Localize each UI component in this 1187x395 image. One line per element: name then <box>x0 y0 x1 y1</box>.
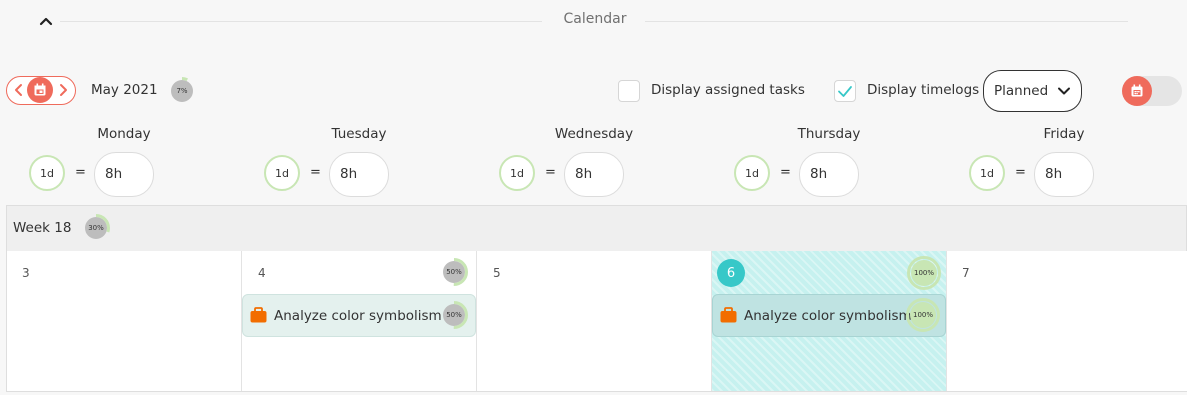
week-row-header <box>6 205 1187 251</box>
day-duration-tuesday: 1d <box>264 155 300 191</box>
hours-input-wednesday[interactable]: 8h <box>564 152 624 197</box>
calendar-icon <box>34 83 46 96</box>
equals-sign: = <box>75 165 86 180</box>
display-assigned-label: Display assigned tasks <box>651 82 805 98</box>
equals-sign: = <box>780 165 791 180</box>
day-header-tuesday: Tuesday <box>331 126 387 142</box>
toggle-knob <box>1122 76 1152 106</box>
date-number: 7 <box>962 266 970 280</box>
view-mode-select[interactable]: Planned <box>983 70 1082 112</box>
day-header-wednesday: Wednesday <box>554 126 634 142</box>
month-navigator <box>6 76 76 105</box>
task-item[interactable]: Analyze color symbolism 50% <box>242 294 476 337</box>
task-item[interactable]: Analyze color symbolism 100% <box>712 294 946 337</box>
equals-sign: = <box>310 165 321 180</box>
collapse-calendar-button[interactable] <box>36 12 56 32</box>
chevron-down-icon <box>1058 87 1070 95</box>
hours-input-thursday[interactable]: 8h <box>799 152 859 197</box>
task-progress-label: 100% <box>912 311 933 319</box>
current-month: May 2021 <box>91 82 158 98</box>
day-duration-friday: 1d <box>969 155 1005 191</box>
briefcase-icon <box>250 307 267 323</box>
display-assigned-checkbox[interactable] <box>618 80 640 102</box>
today-button[interactable] <box>27 77 53 103</box>
view-mode-value: Planned <box>994 83 1049 99</box>
day-progress-ring: 50% <box>440 258 468 286</box>
month-progress-label: 7% <box>176 87 188 95</box>
date-number: 3 <box>22 266 30 280</box>
task-name: Analyze color symbolism <box>744 308 912 324</box>
chevron-up-icon <box>39 17 53 26</box>
previous-month-button[interactable] <box>13 81 25 99</box>
chevron-right-icon <box>60 84 67 96</box>
page-title: Calendar <box>563 11 627 27</box>
day-progress-label: 100% <box>913 269 934 277</box>
date-number: 5 <box>493 266 501 280</box>
hours-input-monday[interactable]: 8h <box>94 152 154 197</box>
day-duration-wednesday: 1d <box>499 155 535 191</box>
task-progress-ring: 50% <box>440 301 468 329</box>
day-header-thursday: Thursday <box>797 126 861 142</box>
hours-input-friday[interactable]: 8h <box>1034 152 1094 197</box>
day-cell-7[interactable] <box>947 251 1187 391</box>
briefcase-icon <box>720 307 737 323</box>
checkmark-icon <box>838 86 852 97</box>
week-progress-ring: 30% <box>82 214 110 242</box>
week-label: Week 18 <box>13 220 72 236</box>
task-progress-label: 50% <box>446 311 462 319</box>
day-cell-5[interactable] <box>477 251 712 391</box>
header-divider-left <box>60 21 542 22</box>
today-date-badge: 6 <box>717 259 745 287</box>
date-number: 4 <box>258 266 266 280</box>
calendar-view-toggle[interactable] <box>1122 76 1182 106</box>
display-timelogs-checkbox[interactable] <box>834 80 856 102</box>
equals-sign: = <box>545 165 556 180</box>
hours-input-tuesday[interactable]: 8h <box>329 152 389 197</box>
day-header-monday: Monday <box>97 126 151 142</box>
equals-sign: = <box>1015 165 1026 180</box>
week-progress-label: 30% <box>88 224 104 232</box>
day-duration-monday: 1d <box>29 155 65 191</box>
header-divider-right <box>645 21 1128 22</box>
month-progress-ring: 7% <box>168 77 196 105</box>
chevron-left-icon <box>15 84 22 96</box>
task-name: Analyze color symbolism <box>274 308 442 324</box>
calendar-icon <box>1131 84 1143 97</box>
day-progress-label: 50% <box>446 268 462 276</box>
day-cell-3[interactable] <box>7 251 242 391</box>
day-header-friday: Friday <box>1043 126 1085 142</box>
next-month-button[interactable] <box>57 81 69 99</box>
display-timelogs-label: Display timelogs <box>867 82 980 98</box>
task-progress-ring: 100% <box>906 298 940 332</box>
day-duration-thursday: 1d <box>734 155 770 191</box>
day-progress-ring: 100% <box>907 256 941 290</box>
